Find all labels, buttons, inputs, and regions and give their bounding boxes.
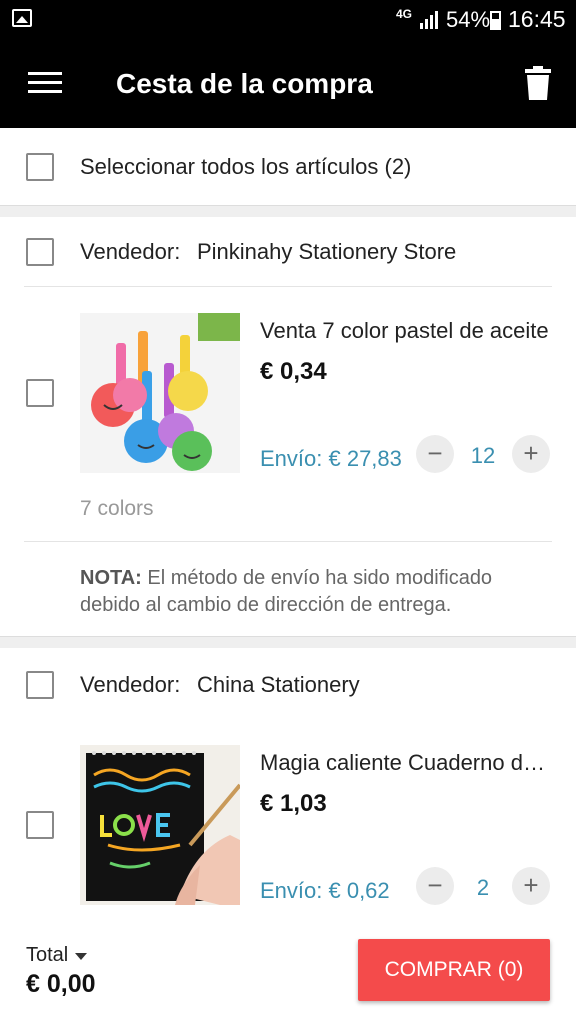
section-divider — [0, 636, 576, 648]
seller-label: Vendedor: — [80, 672, 181, 697]
item-checkbox[interactable] — [26, 811, 54, 839]
seller-name[interactable]: Pinkinahy Stationery Store — [197, 239, 456, 265]
checkout-bar: Total € 0,00 COMPRAR (0) — [0, 922, 576, 1024]
trash-icon[interactable] — [524, 66, 552, 100]
seller-name[interactable]: China Stationery — [197, 672, 360, 698]
select-all-row[interactable]: Seleccionar todos los artículos (2) — [0, 128, 576, 206]
total-value: € 0,00 — [26, 970, 96, 998]
product-image-notebook[interactable] — [80, 745, 240, 905]
quantity-value: 2 — [476, 875, 490, 900]
quantity-value: 12 — [470, 443, 496, 468]
product-title[interactable]: Magia caliente Cuaderno de dibujo — [260, 750, 552, 776]
network-type: 4G — [396, 7, 413, 21]
caret-down-icon[interactable] — [75, 953, 87, 960]
total-label[interactable]: Total — [26, 944, 68, 967]
shipping-note: NOTA: El método de envío ha sido modific… — [80, 565, 550, 619]
product-price: € 1,03 — [260, 790, 327, 817]
product-image-crayons[interactable] — [80, 313, 240, 473]
divider — [24, 286, 552, 287]
seller-row: Vendedor: Pinkinahy Stationery Store — [0, 217, 576, 287]
product-title[interactable]: Venta 7 color pastel de aceite — [260, 318, 552, 344]
seller-row: Vendedor: China Stationery — [0, 650, 576, 720]
battery-percent: 54% — [446, 7, 491, 32]
page-title: Cesta de la compra — [116, 68, 373, 99]
seller-label: Vendedor: — [80, 239, 181, 264]
app-bar: Cesta de la compra — [0, 40, 576, 128]
seller-checkbox[interactable] — [26, 671, 54, 699]
seller-checkbox[interactable] — [26, 238, 54, 266]
quantity-increase-button[interactable]: + — [512, 435, 550, 473]
section-divider — [0, 205, 576, 217]
quantity-decrease-button[interactable]: − — [416, 867, 454, 905]
note-text: El método de envío ha sido modificado de… — [80, 567, 493, 616]
gallery-notification-icon — [12, 9, 32, 27]
quantity-decrease-button[interactable]: − — [416, 435, 454, 473]
select-all-checkbox[interactable] — [26, 153, 54, 181]
divider — [24, 541, 552, 542]
signal-strength-icon — [420, 11, 438, 29]
shipping-cost: Envío: € 27,83 — [260, 446, 402, 471]
buy-button[interactable]: COMPRAR (0) — [358, 939, 550, 1001]
battery-icon — [490, 11, 501, 30]
clock: 16:45 — [508, 6, 566, 32]
product-price: € 0,34 — [260, 358, 327, 385]
note-label: NOTA: — [80, 567, 142, 589]
product-variant: 7 colors — [80, 497, 154, 520]
hamburger-menu-icon[interactable] — [28, 72, 62, 94]
select-all-label: Seleccionar todos los artículos (2) — [80, 154, 412, 179]
status-bar: 4G 54% 16:45 — [0, 0, 576, 40]
item-checkbox[interactable] — [26, 379, 54, 407]
shipping-cost: Envío: € 0,62 — [260, 878, 390, 903]
quantity-increase-button[interactable]: + — [512, 867, 550, 905]
